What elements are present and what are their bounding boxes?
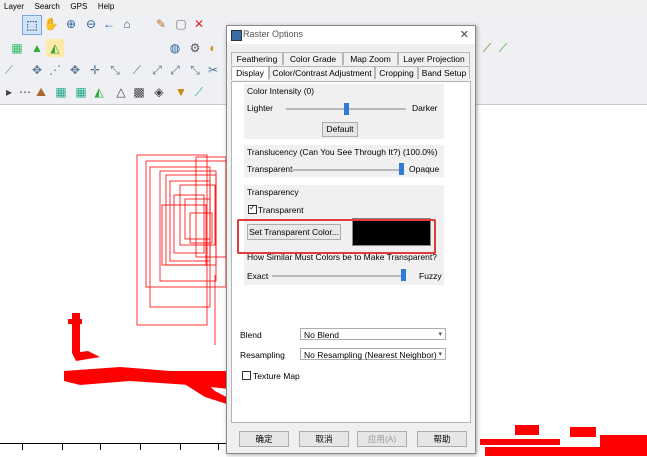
menu-bar: Layer Search GPS Help (0, 0, 647, 13)
fuzzy-label: Fuzzy (419, 271, 442, 281)
raster-icon[interactable]: ▦ (52, 83, 70, 101)
color-intensity-group: Color Intensity (0) Lighter Darker Defau… (244, 84, 444, 139)
translucency-group: Translucency (Can You See Through It?) (… (244, 145, 444, 177)
chevron-down-icon: ▾ (438, 331, 442, 338)
translucency-slider-thumb[interactable] (399, 163, 404, 175)
pixel-grid-icon[interactable]: ▩ (130, 83, 148, 101)
lighter-label: Lighter (247, 103, 273, 113)
scale-ruler (0, 443, 235, 457)
delete-icon[interactable]: ✕ (190, 15, 208, 33)
menu-gps[interactable]: GPS (66, 0, 91, 13)
select-tool-icon[interactable]: ⬚ (22, 15, 42, 35)
close-icon[interactable]: ✕ (460, 28, 469, 41)
vertex-icon[interactable]: ⋰ (46, 61, 64, 79)
chevron-down-icon: ▾ (438, 351, 442, 358)
tag-icon[interactable]: ◈ (150, 83, 168, 101)
raster-options-dialog: Raster Options ✕ Feathering Color Grade … (226, 25, 476, 454)
ok-button[interactable]: 确定 (239, 431, 289, 447)
tab-row-1: Feathering Color Grade Map Zoom Layer Pr… (231, 52, 471, 65)
tab-display[interactable]: Display (231, 66, 269, 80)
apply-button[interactable]: 应用(A) (357, 431, 407, 447)
zoom-out-icon[interactable]: ⊖ (82, 15, 100, 33)
scissors-icon[interactable]: ✂ (204, 61, 222, 79)
tab-color-grade[interactable]: Color Grade (283, 52, 343, 65)
resampling-label: Resampling (240, 350, 285, 360)
line-tool-icon[interactable]: ⟋ (0, 61, 18, 79)
blend-label: Blend (240, 330, 262, 340)
menu-layer[interactable]: Layer (0, 0, 28, 13)
tab-map-zoom[interactable]: Map Zoom (343, 52, 398, 65)
transparent-end-label: Transparent (247, 164, 293, 174)
dialog-title: Raster Options (243, 29, 304, 39)
menu-help[interactable]: Help (94, 0, 118, 13)
back-arrow-icon[interactable]: ← (100, 15, 118, 33)
lasso-icon[interactable]: ⟋ (190, 83, 208, 101)
tab-cropping[interactable]: Cropping (375, 66, 418, 79)
draw-line-icon[interactable]: ⟋ (128, 61, 146, 79)
texture-map-checkbox[interactable] (242, 371, 251, 380)
darker-label: Darker (412, 103, 438, 113)
measure-icon[interactable]: ⤡ (186, 61, 204, 79)
default-button[interactable]: Default (322, 122, 358, 137)
crosshair-icon[interactable]: ✛ (86, 61, 104, 79)
transparent-checkbox[interactable] (248, 203, 257, 214)
texture-map-label: Texture Map (253, 371, 300, 381)
globe-icon[interactable]: ◍ (166, 39, 184, 57)
split-icon[interactable]: ⤡ (106, 61, 124, 79)
rectangle-features (136, 154, 227, 345)
grid-tool-icon[interactable]: ▦ (8, 39, 26, 57)
resampling-select[interactable]: No Resampling (Nearest Neighbor) ▾ (300, 348, 446, 360)
resampling-select-value: No Resampling (Nearest Neighbor) (304, 350, 437, 360)
help-button[interactable]: 帮助 (417, 431, 467, 447)
elevation-icon[interactable]: ◭ (46, 39, 64, 57)
tab-band-setup[interactable]: Band Setup (418, 66, 470, 79)
path-icon[interactable]: ⟋ (494, 39, 512, 57)
move-vertex-icon[interactable]: ✥ (66, 61, 84, 79)
color-intensity-slider-thumb[interactable] (343, 103, 349, 115)
tab-row-2: Display Color/Contrast Adjustment Croppi… (231, 66, 471, 80)
similarity-slider-thumb[interactable] (401, 269, 406, 281)
similarity-slider[interactable] (272, 275, 406, 277)
dialog-title-bar[interactable]: Raster Options ✕ (227, 26, 475, 44)
new-document-icon[interactable]: ▢ (172, 15, 190, 33)
tab-feathering[interactable]: Feathering (231, 52, 283, 65)
opaque-end-label: Opaque (409, 164, 440, 174)
home-icon[interactable]: ⌂ (118, 15, 136, 33)
terrain-icon[interactable]: ▲ (28, 39, 46, 57)
menu-search[interactable]: Search (31, 0, 64, 13)
reshape-icon[interactable]: ⤢ (166, 61, 184, 79)
transparency-group-label: Transparency (247, 187, 299, 197)
transparent-checkbox-label: Transparent (258, 205, 304, 215)
contour-icon[interactable]: ◭ (90, 83, 108, 101)
cancel-button[interactable]: 取消 (299, 431, 349, 447)
gear-icon[interactable]: ⚙ (186, 39, 204, 57)
filter-icon[interactable]: ▼ (172, 83, 190, 101)
zoom-in-icon[interactable]: ⊕ (62, 15, 80, 33)
move-icon[interactable]: ✥ (28, 61, 46, 79)
translucency-label: Translucency (Can You See Through It?) (… (247, 147, 438, 157)
blend-select[interactable]: No Blend ▾ (300, 328, 446, 340)
pan-hand-icon[interactable]: ✋ (42, 15, 60, 33)
translucency-slider[interactable] (290, 169, 404, 171)
tab-color-contrast[interactable]: Color/Contrast Adjustment (269, 66, 375, 79)
grid-raster-icon[interactable]: ▦ (72, 83, 90, 101)
draw-path-icon[interactable]: ⤢ (148, 61, 166, 79)
blend-select-value: No Blend (304, 330, 339, 340)
color-intensity-label: Color Intensity (0) (247, 86, 315, 96)
mountain-icon[interactable]: ⛰ (32, 83, 50, 101)
exact-label: Exact (247, 271, 269, 281)
tab-layer-projection[interactable]: Layer Projection (398, 52, 470, 65)
highlight-box (237, 219, 436, 254)
sun-icon[interactable]: ◐ (204, 39, 222, 57)
warning-icon[interactable]: △ (112, 83, 130, 101)
edit-pencil-icon[interactable]: ✎ (152, 15, 170, 33)
app-icon (231, 30, 242, 41)
display-tab-panel: Color Intensity (0) Lighter Darker Defau… (231, 81, 471, 423)
